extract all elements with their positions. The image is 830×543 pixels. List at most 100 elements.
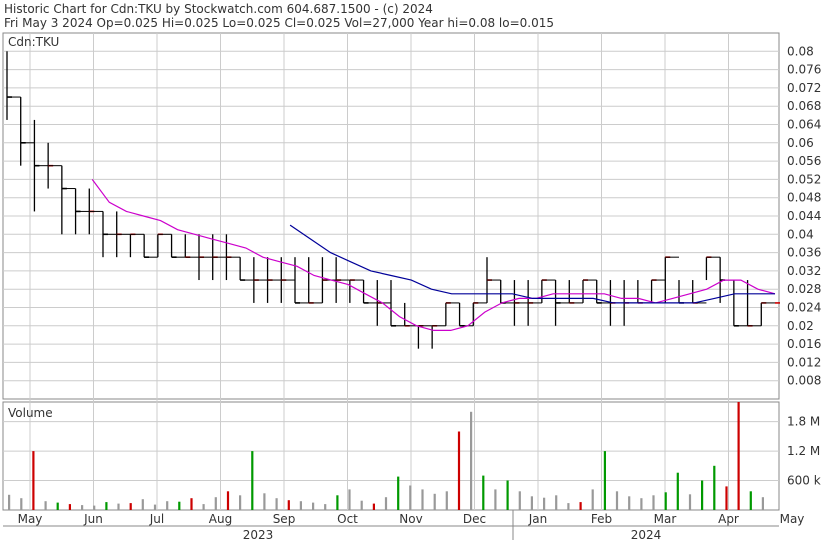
volume-bar <box>8 494 11 510</box>
volume-bar <box>457 431 461 510</box>
volume-panel-title: Volume <box>8 406 53 420</box>
price-tick-label: 0.02 <box>787 319 814 333</box>
volume-bar <box>445 491 448 510</box>
x-month-label: Oct <box>337 512 358 526</box>
volume-bar <box>372 503 375 510</box>
volume-bar <box>251 451 254 510</box>
volume-bar <box>737 402 740 510</box>
volume-bar <box>202 504 205 510</box>
volume-bar <box>652 495 655 510</box>
x-month-label: May <box>18 512 43 526</box>
volume-bar <box>239 495 242 510</box>
price-tick-label: 0.028 <box>787 282 821 296</box>
volume-bar <box>664 492 667 510</box>
volume-bar <box>117 503 120 510</box>
x-month-label: Apr <box>718 512 739 526</box>
volume-bar <box>226 491 230 510</box>
volume-bar <box>688 494 692 510</box>
volume-bar <box>494 489 497 510</box>
x-month-label: Aug <box>209 512 232 526</box>
volume-bar <box>761 497 764 510</box>
volume-bar <box>348 489 351 510</box>
x-month-label: May <box>780 512 805 526</box>
volume-bar <box>190 498 193 510</box>
volume-bar <box>725 486 728 510</box>
volume-bar <box>591 489 594 510</box>
price-tick-label: 0.016 <box>787 337 821 351</box>
volume-tick-label: 1.8 M <box>787 415 820 429</box>
volume-bar <box>263 493 266 510</box>
volume-bar <box>555 495 558 510</box>
volume-bar <box>579 502 582 510</box>
volume-bar <box>360 500 363 510</box>
volume-bar <box>299 501 302 510</box>
volume-bar <box>166 501 169 510</box>
volume-bar <box>713 465 716 510</box>
price-tick-label: 0.068 <box>787 99 821 113</box>
volume-bar <box>567 503 570 510</box>
volume-bar <box>312 502 315 510</box>
volume-bar <box>397 476 400 510</box>
volume-bar <box>421 489 424 510</box>
price-tick-label: 0.064 <box>787 118 821 132</box>
volume-bar <box>336 495 339 510</box>
x-month-label: Mar <box>654 512 677 526</box>
volume-panel-frame <box>2 401 780 511</box>
price-tick-label: 0.012 <box>787 355 821 369</box>
price-panel-title: Cdn:TKU <box>8 35 59 49</box>
volume-bar <box>506 480 509 510</box>
volume-bar <box>20 498 23 510</box>
volume-bar <box>433 493 436 510</box>
volume-bar <box>141 499 144 510</box>
volume-bar <box>153 504 157 510</box>
price-tick-label: 0.04 <box>787 227 814 241</box>
x-month-label: Jul <box>149 512 164 526</box>
x-month-label: Jan <box>528 512 548 526</box>
price-tick-label: 0.008 <box>787 374 821 388</box>
volume-bar <box>676 472 679 510</box>
x-month-label: Feb <box>591 512 612 526</box>
volume-bar <box>749 491 752 510</box>
price-tick-label: 0.056 <box>787 154 821 168</box>
price-tick-label: 0.044 <box>787 209 821 223</box>
volume-bar <box>287 500 290 510</box>
volume-bar <box>105 502 108 510</box>
volume-bar <box>543 497 546 510</box>
volume-bar <box>68 504 71 510</box>
volume-bar <box>640 498 643 510</box>
price-tick-label: 0.052 <box>787 172 821 186</box>
volume-bar <box>324 504 327 510</box>
volume-bar <box>214 497 217 510</box>
price-tick-label: 0.076 <box>787 63 821 77</box>
volume-bar <box>470 411 473 510</box>
price-tick-label: 0.032 <box>787 264 821 278</box>
volume-bar <box>178 501 181 510</box>
volume-bar <box>518 491 521 510</box>
price-tick-label: 0.072 <box>787 81 821 95</box>
volume-tick-label: 600 k <box>787 474 821 488</box>
volume-bar <box>81 505 84 510</box>
volume-bar <box>93 505 96 510</box>
x-month-label: Jun <box>83 512 103 526</box>
x-year-label: 2024 <box>631 528 662 542</box>
x-year-label: 2023 <box>243 528 274 542</box>
volume-bar <box>384 497 388 510</box>
volume-bar <box>482 475 485 510</box>
volume-bar <box>56 502 59 510</box>
x-month-label: Dec <box>463 512 486 526</box>
volume-bar <box>530 496 533 510</box>
volume-bar <box>603 451 606 510</box>
volume-bar <box>32 451 35 510</box>
volume-tick-label: 1.2 M <box>787 444 820 458</box>
price-volume-chart: 0.08 0.076 0.072 0.068 0.064 0.06 0.056 0.052 0.… <box>2 32 821 542</box>
price-tick-label: 0.036 <box>787 246 821 260</box>
volume-bar <box>129 503 132 510</box>
x-month-label: Nov <box>399 512 422 526</box>
volume-bar <box>44 501 47 510</box>
volume-bar <box>615 491 619 510</box>
volume-bar <box>628 496 631 510</box>
price-tick-label: 0.06 <box>787 136 814 150</box>
price-tick-label: 0.024 <box>787 301 821 315</box>
volume-bar <box>275 498 278 510</box>
x-month-label: Sep <box>273 512 296 526</box>
